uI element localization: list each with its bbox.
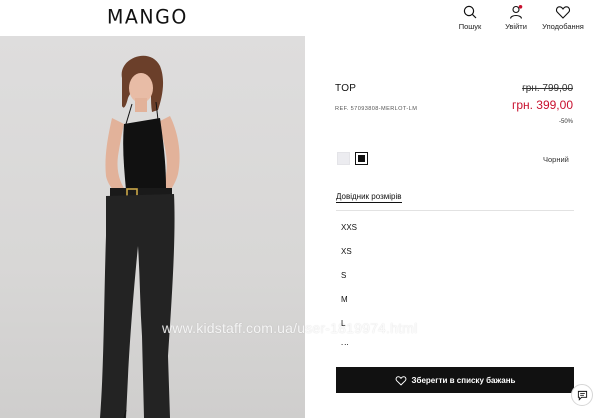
product-ref: REF. 57093808-MERLOT-LM [335,106,418,112]
product-title: TOP [335,83,357,94]
header: MANGO Пошук Увійти Уподобання [0,0,600,36]
color-swatch-light[interactable] [337,152,350,165]
search-button[interactable]: Пошук [448,4,492,31]
chat-button[interactable] [571,384,593,406]
size-option[interactable]: XL [341,343,351,345]
size-option[interactable]: L [341,319,345,328]
discount-badge: -50% [558,119,573,125]
size-option[interactable]: XS [341,247,352,256]
login-label: Увійти [505,22,527,31]
user-icon [509,5,523,19]
add-to-wishlist-label: Зберегти в списку бажань [411,375,516,385]
heart-icon [395,375,406,386]
size-guide-link[interactable]: Довідник розмірів [336,192,402,203]
color-swatch-black-fill [358,155,365,162]
add-to-wishlist-button[interactable]: Зберегти в списку бажань [336,367,574,393]
product-photo[interactable] [0,36,305,418]
heart-icon [555,6,571,19]
color-swatch-black[interactable] [355,152,368,165]
wishlist-header-button[interactable]: Уподобання [541,4,585,31]
mango-logo[interactable]: MANGO [107,5,188,28]
search-icon [463,5,477,19]
color-name: Чорний [543,155,569,164]
model-illustration [100,55,180,418]
old-price: грн. 799,00 [522,83,573,94]
wishlist-label: Уподобання [542,22,584,31]
search-label: Пошук [458,22,482,31]
size-option[interactable]: M [341,295,348,304]
size-list[interactable]: XXS XS S M L XL [336,210,574,345]
sale-price: грн. 399,00 [511,98,573,112]
login-button[interactable]: Увійти [494,4,538,31]
size-option[interactable]: S [341,271,346,280]
size-option[interactable]: XXS [341,223,357,232]
chat-icon [577,390,587,401]
